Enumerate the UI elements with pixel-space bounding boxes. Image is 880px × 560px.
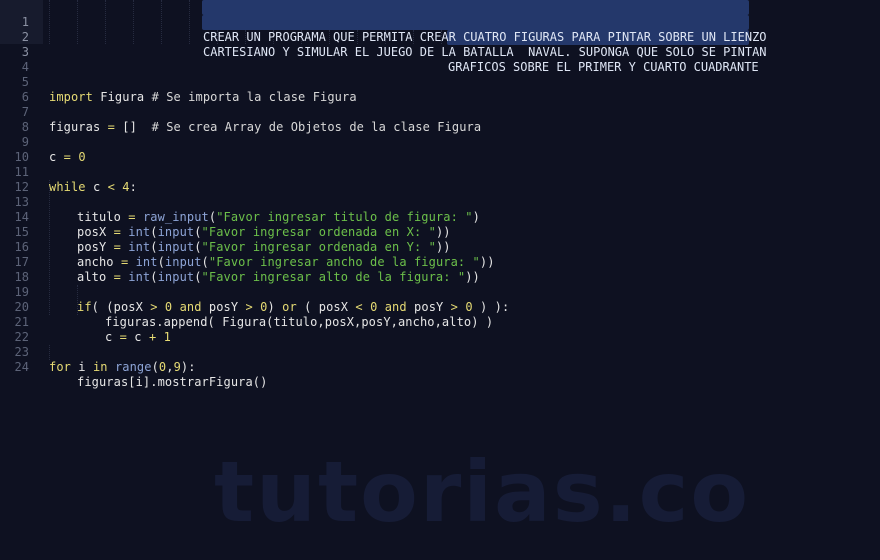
code-line[interactable]: 2 CARTESIANO Y SIMULAR EL JUEGO DE LA BA… xyxy=(0,15,880,59)
code-line[interactable]: 20 figuras.append( Figura(titulo,posX,po… xyxy=(0,285,880,329)
code-line[interactable]: 11 while c < 4: xyxy=(0,150,880,194)
code-line[interactable]: 5 import Figura # Se importa la clase Fi… xyxy=(0,60,880,104)
number: 9 xyxy=(173,360,181,374)
watermark-logo: tutorias.co xyxy=(214,443,751,541)
code-line[interactable]: 16 ancho = int(input("Favor ingresar anc… xyxy=(0,225,880,269)
code-line[interactable]: 21 c = c + 1 xyxy=(0,300,880,344)
code-line[interactable]: 19 if( (posX > 0 and posY > 0) or ( posX… xyxy=(0,270,880,314)
code-line[interactable]: 13 titulo = raw_input("Favor ingresar ti… xyxy=(0,180,880,224)
punctuation: ( xyxy=(151,360,159,374)
code-line[interactable]: 7 figuras = [] # Se crea Array de Objeto… xyxy=(0,90,880,134)
keyword: in xyxy=(92,360,108,374)
code-line[interactable]: 8 xyxy=(0,105,880,134)
identifier: i xyxy=(70,360,93,374)
code-editor[interactable]: 1 CREAR UN PROGRAMA QUE PERMITA CREAR CU… xyxy=(0,0,880,560)
code-line[interactable]: 6 xyxy=(0,75,880,104)
code-line[interactable]: 12 xyxy=(0,165,880,194)
code-line[interactable]: 22 xyxy=(0,315,880,344)
code-line[interactable]: 1 CREAR UN PROGRAMA QUE PERMITA CREAR CU… xyxy=(0,0,880,44)
code-line[interactable]: 17 alto = int(input("Favor ingresar alto… xyxy=(0,240,880,284)
builtin-function: range xyxy=(114,360,152,374)
code-line[interactable]: 14 posX = int(input("Favor ingresar orde… xyxy=(0,195,880,239)
line-number: 24 xyxy=(14,360,29,374)
code-line[interactable]: 10 xyxy=(0,135,880,164)
code-line[interactable]: 4 xyxy=(0,45,880,74)
code-line[interactable]: 18 xyxy=(0,255,880,284)
code-line[interactable]: 15 posY = int(input("Favor ingresar orde… xyxy=(0,210,880,254)
punctuation: ): xyxy=(180,360,196,374)
code-line[interactable]: 24 figuras[i].mostrarFigura() xyxy=(0,345,880,389)
code-line[interactable]: 3 GRAFICOS SOBRE EL PRIMER Y CUARTO CUAD… xyxy=(0,30,880,74)
code-text: figuras[i].mostrarFigura() xyxy=(77,375,268,389)
punctuation: , xyxy=(166,360,174,374)
keyword: for xyxy=(49,360,71,374)
code-line[interactable]: 23 for i in range(0,9): xyxy=(0,330,880,374)
code-line[interactable]: 9 c = 0 xyxy=(0,120,880,164)
